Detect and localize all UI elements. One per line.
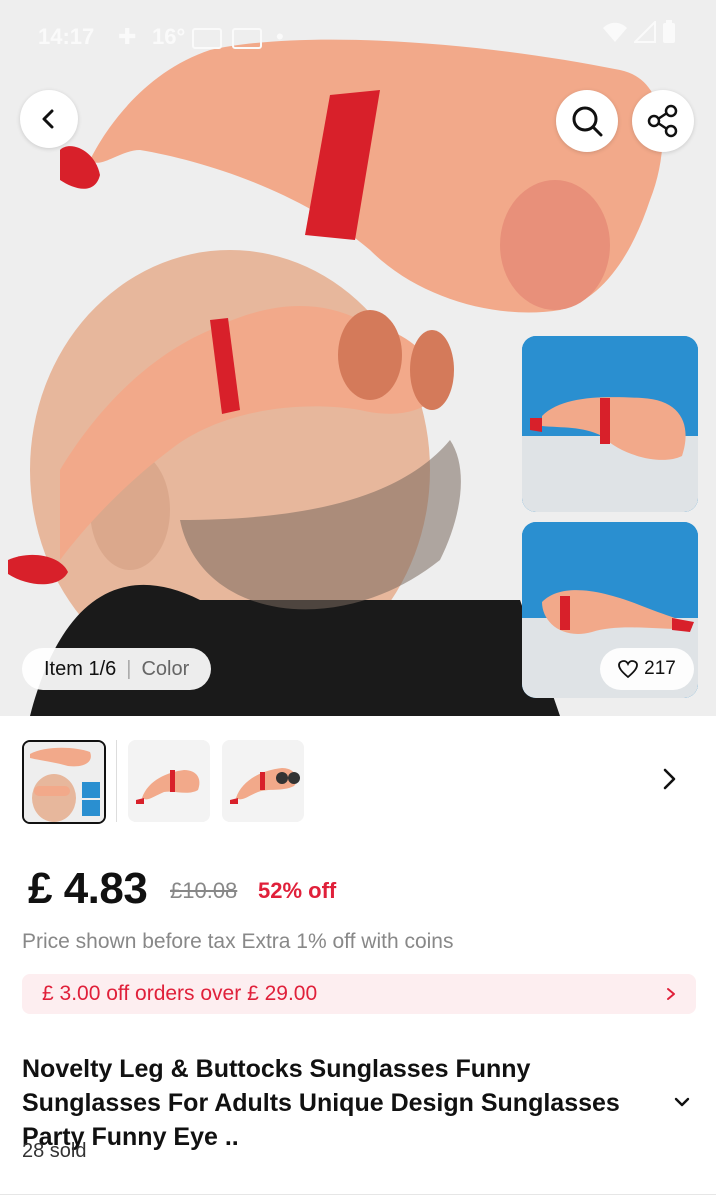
back-arrow-icon: [42, 109, 54, 129]
chevron-right-icon[interactable]: [656, 764, 682, 794]
battery-icon: [663, 20, 675, 43]
thumbnail-1[interactable]: [22, 740, 106, 824]
share-button[interactable]: [632, 90, 694, 152]
thumbnail-divider: [116, 740, 117, 822]
side-preview-image[interactable]: [522, 336, 698, 512]
thumbnail-image: [128, 740, 210, 822]
current-price: £ 4.83: [28, 864, 148, 913]
wifi-icon: [603, 22, 627, 42]
dot-icon: •: [276, 24, 284, 49]
discount-badge: 52% off: [258, 878, 337, 903]
thumbnail-3[interactable]: [222, 740, 304, 822]
search-icon: [572, 106, 603, 137]
separator: |: [126, 657, 132, 680]
original-price: £10.08: [170, 878, 238, 903]
status-temperature: 16°: [152, 24, 186, 49]
status-time: 14:17: [38, 24, 95, 49]
app-badge-icon: [232, 28, 262, 49]
coupon-banner[interactable]: £ 3.00 off orders over £ 29.00: [22, 974, 696, 1014]
product-title: Novelty Leg & Buttocks Sunglasses Funny …: [22, 1055, 620, 1151]
share-icon: [647, 104, 678, 138]
app-badge-icon: [192, 28, 222, 49]
gallery-counter-pill[interactable]: Item 1/6 | Color: [22, 648, 212, 690]
heart-icon: [618, 660, 639, 678]
status-right-icons: [602, 20, 676, 44]
coupon-text: £ 3.00 off orders over £ 29.00: [42, 982, 318, 1005]
notification-icon: ✚: [118, 24, 137, 49]
item-counter: Item 1/6: [44, 657, 117, 680]
wishlist-button[interactable]: 217: [600, 648, 694, 690]
chevron-right-icon: [667, 988, 675, 1000]
status-bar: 14:17 ✚ 16° •: [0, 0, 716, 72]
thumbnail-2[interactable]: [128, 740, 210, 822]
back-button[interactable]: [20, 90, 78, 148]
like-count: 217: [644, 658, 676, 679]
product-photo-icon: [522, 336, 698, 512]
thumbnail-image: [24, 742, 104, 822]
divider: [0, 1194, 716, 1195]
variant-label: Color: [141, 657, 190, 680]
sold-count: 28 sold: [22, 1140, 87, 1162]
chevron-down-icon[interactable]: [672, 1094, 692, 1110]
signal-icon: [634, 21, 656, 43]
thumbnail-image: [222, 740, 304, 822]
search-button[interactable]: [556, 90, 618, 152]
tax-note: Price shown before tax Extra 1% off with…: [22, 930, 454, 953]
product-image-gallery[interactable]: 14:17 ✚ 16° • Item 1/6 | Color 217: [0, 0, 716, 716]
